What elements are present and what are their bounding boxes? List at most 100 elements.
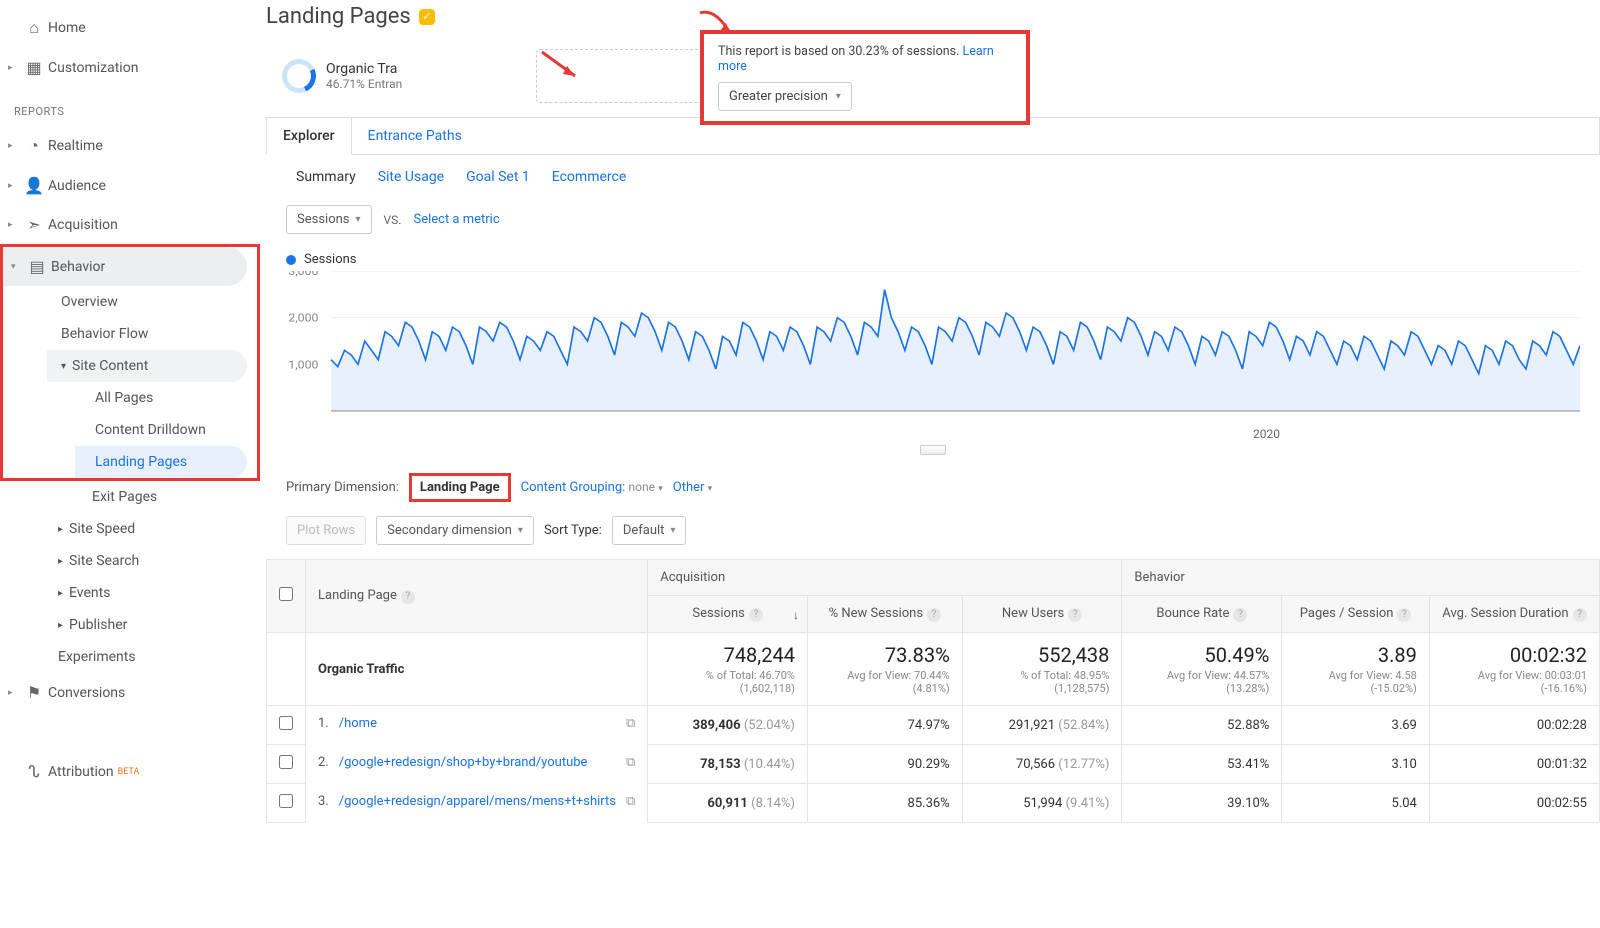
landing-page-cell: 1./home⧉	[306, 706, 647, 741]
nav-home[interactable]: ⌂Home	[0, 8, 250, 48]
landing-page-cell: 3./google+redesign/apparel/mens/mens+t+s…	[306, 784, 647, 819]
help-icon[interactable]: ?	[1397, 608, 1411, 622]
nav-attribution[interactable]: ᔐAttributionBETA	[0, 752, 250, 791]
precision-dropdown[interactable]: Greater precision	[718, 82, 852, 111]
reports-label: REPORTS	[0, 87, 260, 126]
help-icon[interactable]: ?	[1233, 608, 1247, 622]
open-link-icon[interactable]: ⧉	[626, 755, 635, 770]
beta-badge: BETA	[118, 767, 140, 777]
col-bounce-rate[interactable]: Bounce Rate?	[1122, 596, 1282, 633]
sort-arrow-icon: ↓	[793, 608, 799, 622]
nav-landing-pages[interactable]: Landing Pages	[75, 446, 247, 478]
help-icon[interactable]: ?	[749, 608, 763, 622]
subtab-ecommerce[interactable]: Ecommerce	[552, 169, 626, 185]
col-pages-session[interactable]: Pages / Session?	[1282, 596, 1430, 633]
summary-row: Organic Traffic 748,244% of Total: 46.70…	[267, 633, 1600, 706]
subtab-site-usage[interactable]: Site Usage	[378, 169, 444, 185]
table-row: 3./google+redesign/apparel/mens/mens+t+s…	[267, 784, 1600, 823]
svg-text:2,000: 2,000	[288, 311, 318, 324]
shield-icon[interactable]: ✓	[419, 9, 435, 25]
col-new-users[interactable]: New Users?	[962, 596, 1122, 633]
col-landing-page[interactable]: Landing Page	[318, 588, 397, 603]
chart-x-label: 2020	[286, 427, 1580, 441]
segment-organic-traffic[interactable]: Organic Tra 46.71% Entran	[266, 49, 526, 103]
col-pct-new-sessions[interactable]: % New Sessions?	[807, 596, 962, 633]
nav-overview[interactable]: Overview	[61, 286, 247, 318]
nav-site-content[interactable]: ▾Site Content	[47, 350, 247, 382]
table-row: 1./home⧉389,406 (52.04%)74.97%291,921 (5…	[267, 706, 1600, 745]
subtab-goal-set-1[interactable]: Goal Set 1	[466, 169, 530, 185]
legend-dot-icon	[286, 255, 296, 265]
nav-acquisition[interactable]: ▸➣Acquisition	[0, 205, 250, 244]
summary-label: Organic Traffic	[306, 633, 648, 706]
chart-legend: Sessions	[266, 248, 1600, 271]
select-all-checkbox[interactable]	[279, 587, 293, 601]
sampling-notice: This report is based on 30.23% of sessio…	[700, 30, 1030, 125]
home-icon: ⌂	[20, 18, 48, 38]
row-checkbox[interactable]	[279, 755, 293, 769]
help-icon[interactable]: ?	[1573, 608, 1587, 622]
col-sessions[interactable]: Sessions?↓	[648, 596, 808, 633]
nav-experiments[interactable]: Experiments	[58, 641, 250, 673]
acquisition-icon: ➣	[20, 215, 48, 234]
data-table: Landing Page? Acquisition Behavior Sessi…	[266, 559, 1600, 823]
nav-all-pages[interactable]: All Pages	[75, 382, 247, 414]
nav-content-drilldown[interactable]: Content Drilldown	[75, 414, 247, 446]
metric-dropdown[interactable]: Sessions	[286, 205, 372, 234]
nav-events[interactable]: ▸Events	[44, 577, 250, 609]
sampling-text: This report is based on 30.23% of sessio…	[718, 44, 962, 59]
page-link[interactable]: /home	[339, 716, 377, 731]
subtab-summary[interactable]: Summary	[296, 169, 356, 185]
nav-customization[interactable]: ▸▦Customization	[0, 48, 250, 87]
sort-type-dropdown[interactable]: Default	[612, 516, 687, 545]
open-link-icon[interactable]: ⧉	[626, 794, 635, 809]
nav-site-speed[interactable]: ▸Site Speed	[44, 513, 250, 545]
nav-realtime[interactable]: ▸◔Realtime	[0, 126, 250, 166]
donut-icon	[277, 54, 321, 98]
table-row: 2./google+redesign/shop+by+brand/youtube…	[267, 745, 1600, 784]
nav-exit-pages[interactable]: Exit Pages	[72, 481, 250, 513]
vs-label: VS.	[384, 213, 402, 227]
help-icon[interactable]: ?	[401, 590, 415, 604]
nav-behavior[interactable]: ▾▤Behavior	[3, 247, 247, 286]
help-icon[interactable]: ?	[1068, 608, 1082, 622]
primary-dimension-landing-page[interactable]: Landing Page	[409, 473, 511, 502]
row-checkbox[interactable]	[279, 716, 293, 730]
page-link[interactable]: /google+redesign/shop+by+brand/youtube	[339, 755, 588, 770]
flag-icon: ⚑	[20, 683, 48, 702]
page-link[interactable]: /google+redesign/apparel/mens/mens+t+shi…	[339, 794, 616, 809]
nav-audience[interactable]: ▸👤Audience	[0, 166, 250, 205]
landing-page-cell: 2./google+redesign/shop+by+brand/youtube…	[306, 745, 647, 780]
nav-conversions[interactable]: ▸⚑Conversions	[0, 673, 250, 712]
main-content: Landing Pages ✓ Organic Tra 46.71% Entra…	[260, 0, 1600, 843]
svg-text:3,000: 3,000	[288, 271, 318, 278]
segment-metric: 46.71% Entran	[326, 77, 402, 91]
content-grouping-link[interactable]: Content Grouping: none ▾	[521, 480, 663, 495]
nav-site-search[interactable]: ▸Site Search	[44, 545, 250, 577]
nav-behavior-flow[interactable]: Behavior Flow	[61, 318, 247, 350]
secondary-dimension-dropdown[interactable]: Secondary dimension	[376, 516, 534, 545]
annotation-box-sidebar: ▾▤Behavior Overview Behavior Flow ▾Site …	[0, 244, 260, 481]
dashboard-icon: ▦	[20, 58, 48, 77]
svg-text:1,000: 1,000	[288, 358, 318, 371]
person-icon: 👤	[20, 176, 48, 195]
col-group-behavior: Behavior	[1122, 560, 1600, 596]
col-group-acquisition: Acquisition	[648, 560, 1122, 596]
chart-resize-handle[interactable]	[920, 445, 946, 455]
sidebar: ⌂Home ▸▦Customization REPORTS ▸◔Realtime…	[0, 0, 260, 843]
sessions-chart[interactable]: 1,000 2,000 3,000 2020	[266, 271, 1600, 455]
sub-tabs: Summary Site Usage Goal Set 1 Ecommerce	[266, 155, 1600, 191]
open-link-icon[interactable]: ⧉	[626, 716, 635, 731]
nav-publisher[interactable]: ▸Publisher	[44, 609, 250, 641]
sort-type-label: Sort Type:	[544, 523, 602, 538]
select-metric-link[interactable]: Select a metric	[413, 212, 499, 227]
row-checkbox[interactable]	[279, 794, 293, 808]
other-dimension-link[interactable]: Other ▾	[673, 480, 712, 495]
attribution-icon: ᔐ	[20, 762, 48, 781]
primary-dimension-label: Primary Dimension:	[286, 480, 399, 495]
tab-entrance-paths[interactable]: Entrance Paths	[352, 118, 478, 154]
plot-rows-button: Plot Rows	[286, 516, 366, 545]
tab-explorer[interactable]: Explorer	[266, 117, 352, 155]
col-avg-duration[interactable]: Avg. Session Duration?	[1429, 596, 1599, 633]
help-icon[interactable]: ?	[927, 608, 941, 622]
